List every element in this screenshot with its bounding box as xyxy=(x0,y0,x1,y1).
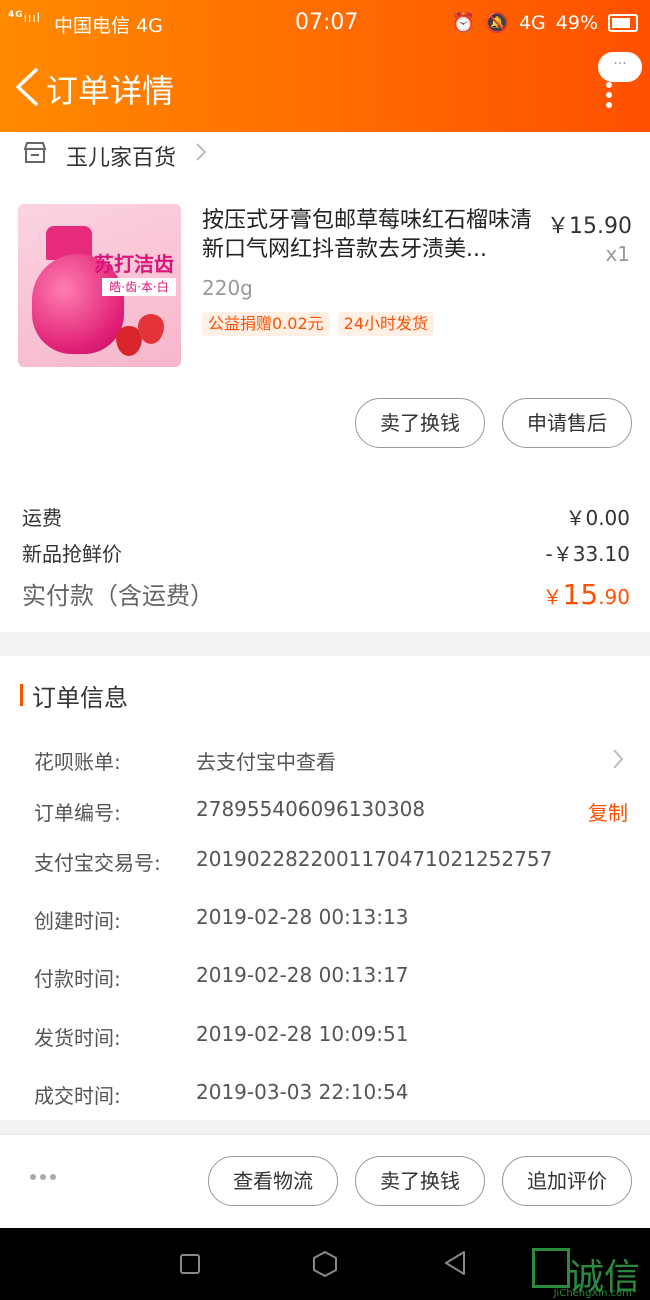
review-button[interactable]: 追加评价 xyxy=(502,1156,632,1206)
back-arrow-icon[interactable] xyxy=(12,66,44,108)
battery-icon xyxy=(608,13,638,32)
tag-shipping: 24小时发货 xyxy=(337,312,435,336)
product-image[interactable]: 苏打洁齿 皓·齿·本·白 xyxy=(18,204,181,367)
discount-label: 新品抢鲜价 xyxy=(22,542,122,566)
discount-row: 新品抢鲜价 -￥33.10 xyxy=(22,538,630,567)
created-label: 创建时间: xyxy=(34,909,121,933)
carrier-label: 中国电信 4G xyxy=(54,15,163,37)
section-divider xyxy=(0,1120,650,1134)
watermark-logo xyxy=(532,1248,570,1288)
product-quantity: x1 xyxy=(605,242,630,266)
watermark-sub: JiChengXin.com xyxy=(553,1288,632,1299)
order-info-title: 订单信息 xyxy=(32,684,128,712)
back-icon[interactable] xyxy=(444,1250,466,1276)
after-sale-button[interactable]: 申请售后 xyxy=(502,398,632,448)
shipped-label: 发货时间: xyxy=(34,1026,121,1050)
alarm-icon: ⏰ xyxy=(451,12,476,34)
product-sku: 220g xyxy=(202,276,253,300)
divider xyxy=(0,1134,650,1135)
shipping-row: 运费 ￥0.00 xyxy=(22,502,630,531)
store-name: 玉儿家百货 xyxy=(66,146,177,171)
alipay-label: 支付宝交易号: xyxy=(34,851,161,875)
status-right: ⏰ 🔕 4G 49% xyxy=(452,11,638,34)
strawberry-shape xyxy=(138,314,164,344)
message-bubble-icon[interactable]: ··· xyxy=(598,52,642,82)
more-menu-icon[interactable] xyxy=(606,82,612,108)
clock: 07:07 xyxy=(295,10,359,35)
product-tags: 公益捐赠0.02元 24小时发货 xyxy=(202,312,435,336)
discount-value: -￥33.10 xyxy=(545,542,630,566)
more-actions-icon[interactable] xyxy=(30,1174,56,1180)
product-title[interactable]: 按压式牙膏包邮草莓味红石榴味清新口气网红抖音款去牙渍美... xyxy=(202,206,532,264)
mute-icon: 🔕 xyxy=(485,12,509,34)
chevron-right-icon xyxy=(196,143,207,161)
status-bar: 4Gıııl 中国电信 4G 07:07 ⏰ 🔕 4G 49% xyxy=(0,0,650,46)
huabei-value[interactable]: 去支付宝中查看 xyxy=(196,746,336,775)
image-sublabel: 皓·齿·本·白 xyxy=(102,278,176,296)
deal-value: 2019-03-03 22:10:54 xyxy=(196,1080,409,1104)
nav-bar: 订单详情 ··· xyxy=(0,46,650,132)
shipped-value: 2019-02-28 10:09:51 xyxy=(196,1022,409,1046)
product-price: ￥15.90 xyxy=(547,214,632,239)
paid-value: ￥15.90 xyxy=(543,578,630,611)
paid-label: 实付款（含运费） xyxy=(22,582,214,610)
created-value: 2019-02-28 00:13:13 xyxy=(196,905,409,929)
section-accent-bar xyxy=(20,684,23,706)
sell-button[interactable]: 卖了换钱 xyxy=(355,398,485,448)
deal-label: 成交时间: xyxy=(34,1084,121,1108)
logistics-button[interactable]: 查看物流 xyxy=(208,1156,338,1206)
paid-integer: 15 xyxy=(562,578,599,611)
paid-decimal: .90 xyxy=(598,585,630,609)
paid-row: 实付款（含运费） ￥15.90 xyxy=(22,576,630,611)
paid-time-label: 付款时间: xyxy=(34,967,121,991)
page-title: 订单详情 xyxy=(46,72,175,110)
order-no-label: 订单编号: xyxy=(34,801,121,825)
recent-apps-icon[interactable] xyxy=(180,1254,200,1274)
sell-button-bottom[interactable]: 卖了换钱 xyxy=(355,1156,485,1206)
alipay-value: 2019022822001170471021252757 xyxy=(196,847,553,871)
huabei-label: 花呗账单: xyxy=(34,750,121,774)
copy-button[interactable]: 复制 xyxy=(588,797,628,826)
store-icon xyxy=(23,142,47,163)
shipping-label: 运费 xyxy=(22,506,62,530)
order-no-value: 278955406096130308 xyxy=(196,797,426,821)
image-label: 苏打洁齿 xyxy=(94,252,174,276)
store-row[interactable]: 玉儿家百货 xyxy=(0,132,650,178)
paid-currency: ￥ xyxy=(542,585,563,609)
shipping-value: ￥0.00 xyxy=(565,506,630,530)
paid-time-value: 2019-02-28 00:13:17 xyxy=(196,963,409,987)
battery-percent: 49% xyxy=(555,11,598,34)
home-icon[interactable] xyxy=(312,1250,338,1278)
chevron-right-icon[interactable] xyxy=(612,748,624,770)
tag-charity: 公益捐赠0.02元 xyxy=(202,312,330,336)
section-divider xyxy=(0,632,650,656)
network-label: 4G xyxy=(518,11,546,34)
signal-indicator: 4Gıııl xyxy=(8,10,41,25)
